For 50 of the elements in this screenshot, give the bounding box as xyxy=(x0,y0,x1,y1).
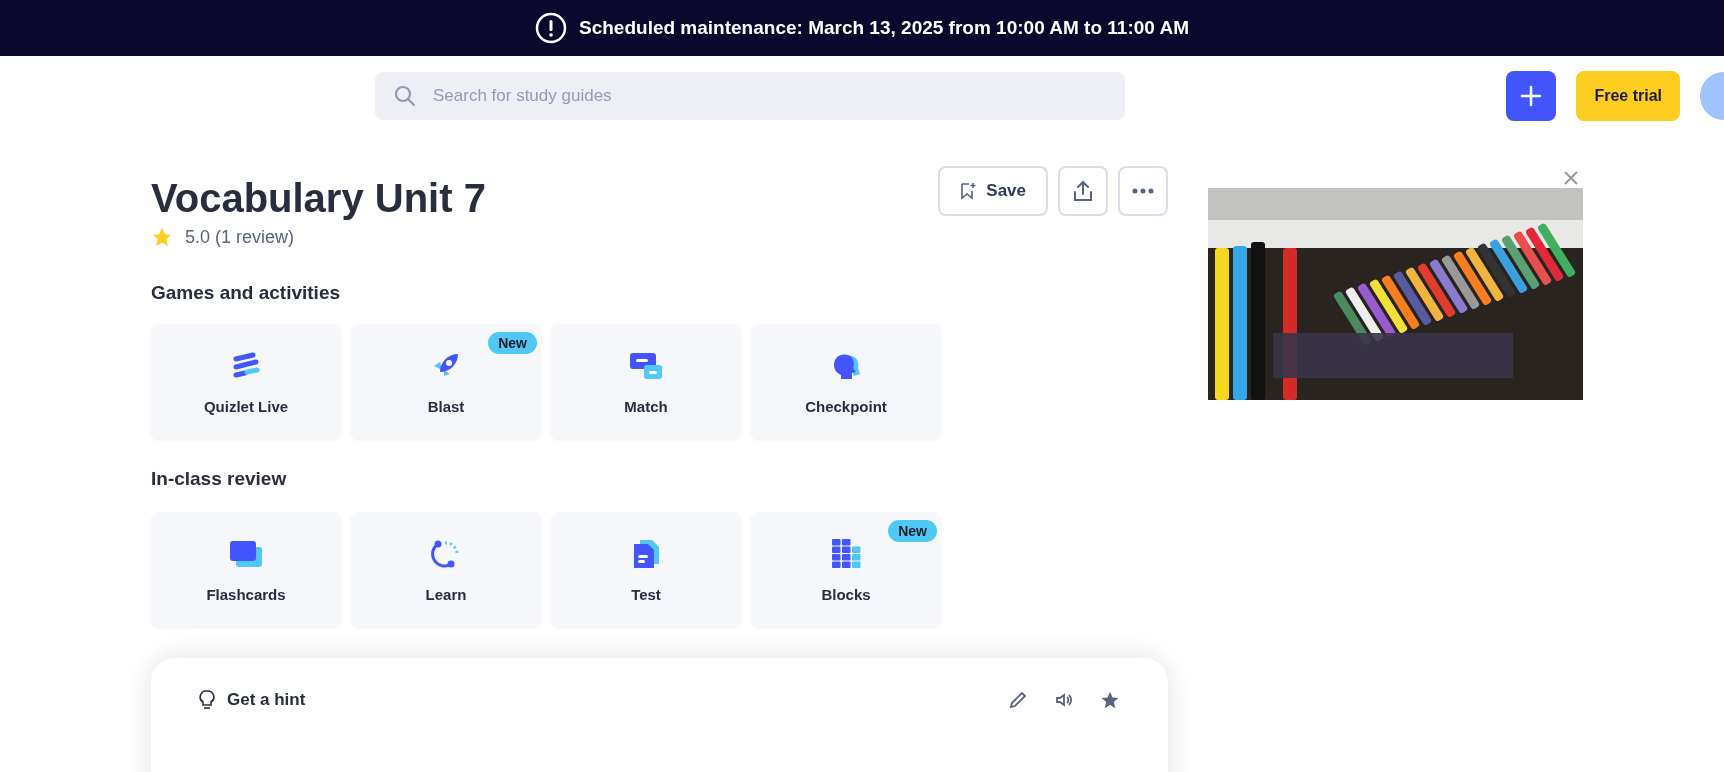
activity-label: Match xyxy=(624,397,668,415)
lightbulb-icon xyxy=(199,690,215,710)
share-button[interactable] xyxy=(1058,166,1108,216)
star-button[interactable] xyxy=(1100,690,1120,710)
activity-card[interactable]: Test xyxy=(551,512,741,626)
close-icon xyxy=(1563,170,1579,186)
pencil-icon xyxy=(1008,690,1028,710)
activity-label: Blast xyxy=(427,397,465,415)
banner-text: Scheduled maintenance: March 13, 2025 from 10:00 AM to 11:00 AM xyxy=(579,17,1189,39)
progress-ring-icon xyxy=(431,538,461,569)
share-icon xyxy=(1072,180,1094,202)
plus-icon xyxy=(1520,85,1543,107)
save-button[interactable]: Save xyxy=(938,166,1048,216)
search-field[interactable]: Search for study guides xyxy=(375,72,1125,120)
activity-card[interactable]: New Blocks xyxy=(751,512,941,626)
activity-card[interactable]: Quizlet Live xyxy=(151,324,341,438)
new-badge: New xyxy=(488,332,537,354)
activity-label: Blocks xyxy=(821,585,871,603)
set-title: Vocabulary Unit 7 xyxy=(151,175,486,222)
activity-label: Quizlet Live xyxy=(203,397,289,415)
section-heading: Games and activities xyxy=(151,282,342,304)
audio-button[interactable] xyxy=(1054,690,1074,710)
flashcards-icon xyxy=(229,538,263,569)
activity-card[interactable]: Learn xyxy=(351,512,541,626)
star-icon xyxy=(151,226,173,248)
more-icon xyxy=(1132,188,1154,194)
alert-icon xyxy=(535,12,567,44)
activity-label: Checkpoint xyxy=(805,397,887,415)
blocks-icon xyxy=(831,538,861,569)
free-trial-button[interactable]: Free trial xyxy=(1576,71,1680,121)
activity-label: Test xyxy=(631,585,661,603)
create-button[interactable] xyxy=(1506,71,1557,121)
section-heading: In-class review xyxy=(151,468,288,490)
activity-label: Learn xyxy=(425,585,467,603)
cards-icon xyxy=(629,350,663,381)
star-icon xyxy=(1100,690,1120,710)
activity-card[interactable]: New Blast xyxy=(351,324,541,438)
edit-button[interactable] xyxy=(1008,690,1028,710)
activity-card[interactable]: Match xyxy=(551,324,741,438)
activity-label: Flashcards xyxy=(206,585,286,603)
rating-text: 5.0 (1 review) xyxy=(185,226,295,248)
speaker-icon xyxy=(1054,690,1074,710)
hint-button[interactable]: Get a hint xyxy=(199,690,306,710)
close-button[interactable] xyxy=(1563,170,1579,186)
search-icon xyxy=(393,84,417,108)
activity-card[interactable]: Flashcards xyxy=(151,512,341,626)
bookmark-icon xyxy=(960,182,977,200)
new-badge: New xyxy=(888,520,937,542)
document-icon xyxy=(632,537,660,570)
activity-card[interactable]: Checkpoint xyxy=(751,324,941,438)
